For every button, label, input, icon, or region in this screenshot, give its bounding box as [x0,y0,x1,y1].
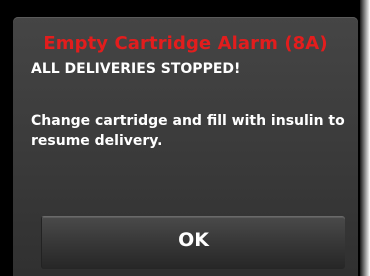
device-screen: Empty Cartridge Alarm (8A) ALL DELIVERIE… [0,0,370,276]
alarm-title: Empty Cartridge Alarm (8A) [43,33,328,54]
alarm-message: Change cartridge and fill with insulin t… [31,113,345,149]
ok-button[interactable]: OK [41,216,345,269]
screen-bezel [360,0,370,276]
alarm-subtitle: ALL DELIVERIES STOPPED! [31,61,241,77]
ok-button-label: OK [178,229,209,251]
